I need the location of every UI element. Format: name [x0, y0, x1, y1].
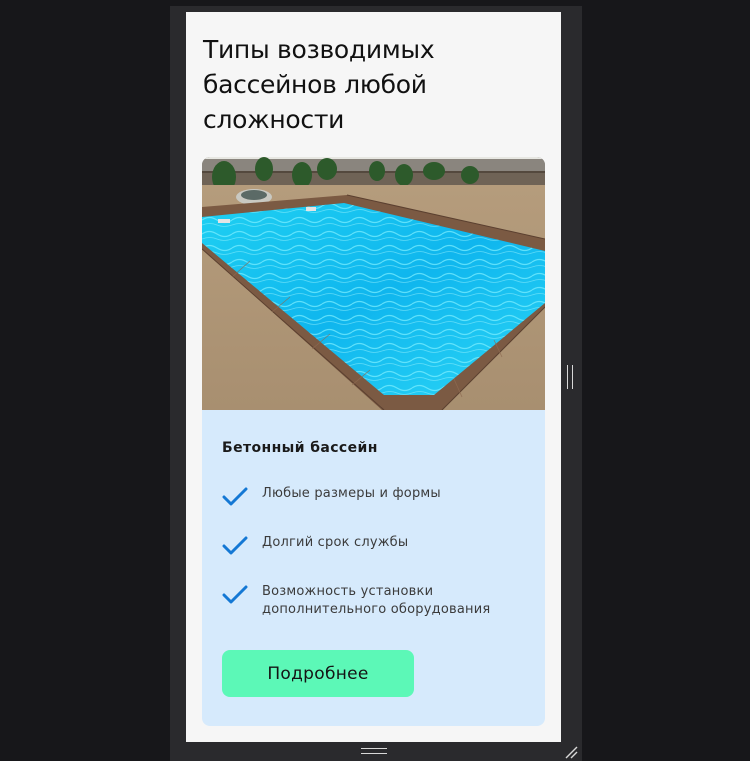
page-title: Типы возводимых бассейнов любой сложност…: [203, 35, 435, 134]
checkmark-icon: [222, 487, 248, 506]
details-button[interactable]: Подробнее: [222, 650, 414, 697]
checkmark-icon: [222, 536, 248, 555]
card-title: Бетонный бассейн: [222, 440, 378, 456]
checkmark-icon: [222, 585, 248, 604]
feature-text: Возможность установки дополнительного об…: [262, 584, 491, 617]
feature-item: Долгий срок службы: [222, 534, 532, 583]
pool-photo: [202, 157, 545, 410]
feature-text: Долгий срок службы: [262, 535, 409, 550]
feature-item: Возможность установки дополнительного об…: [222, 583, 532, 632]
resize-corner-icon[interactable]: [564, 745, 578, 759]
feature-text: Любые размеры и формы: [262, 486, 441, 501]
feature-list: Любые размеры и формы Долгий срок службы…: [222, 485, 532, 632]
resize-handle-horizontal[interactable]: [361, 748, 387, 754]
feature-item: Любые размеры и формы: [222, 485, 532, 534]
resize-handle-vertical[interactable]: [567, 365, 573, 389]
pool-type-card: Бетонный бассейн Любые размеры и формы Д…: [202, 157, 545, 726]
mobile-viewport: Типы возводимых бассейнов любой сложност…: [186, 12, 561, 742]
